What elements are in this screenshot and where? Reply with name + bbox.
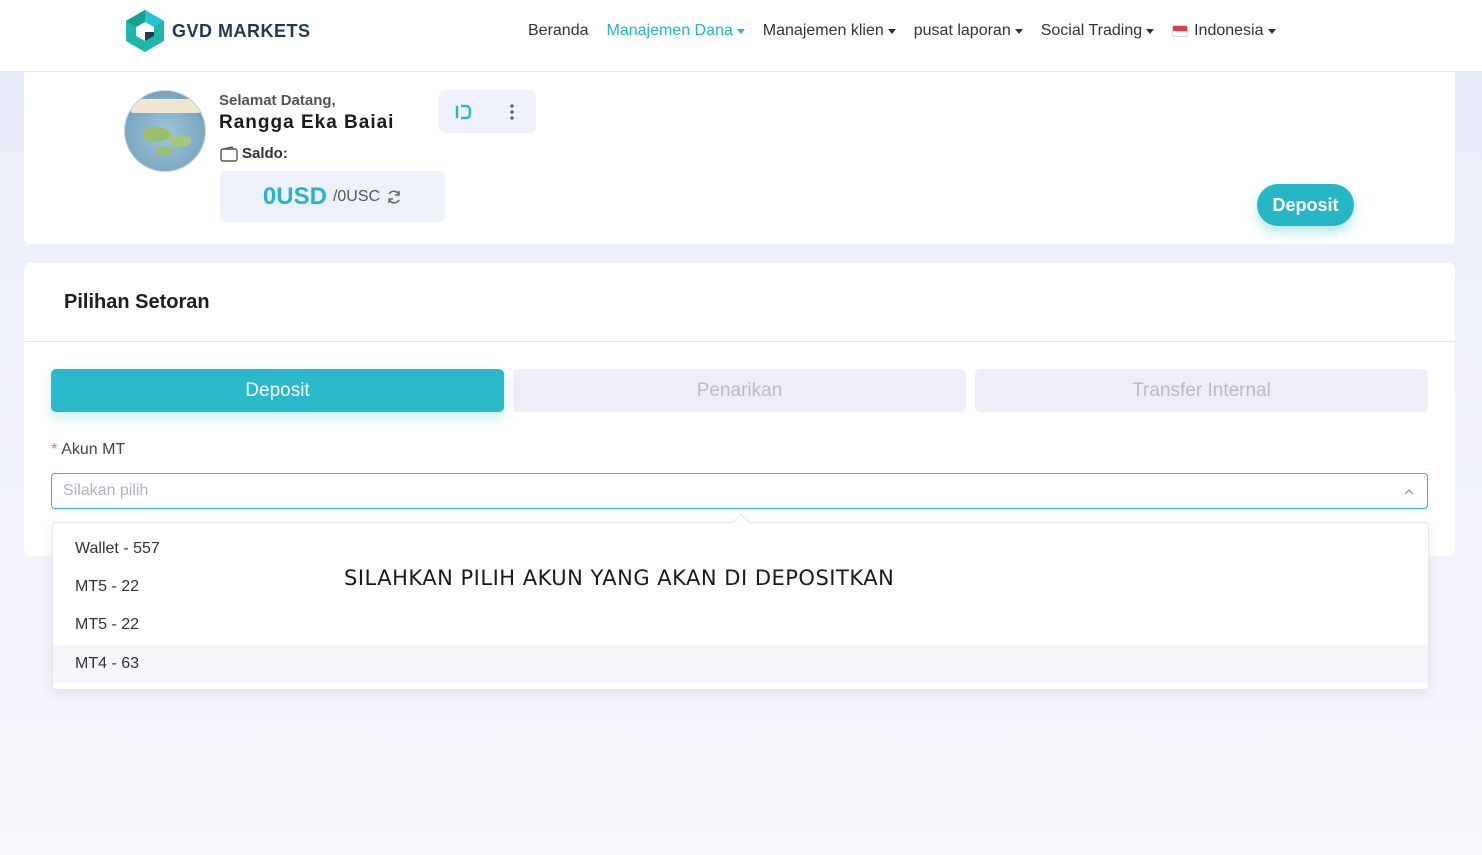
mt-account-label: * Akun MT — [51, 441, 125, 459]
wallet-icon — [220, 145, 238, 162]
mt-account-label-text: Akun MT — [61, 441, 126, 458]
nav-item-social-trading[interactable]: Social Trading — [1040, 22, 1155, 40]
tab-deposit[interactable]: Deposit — [51, 369, 504, 412]
nav-item-beranda[interactable]: Beranda — [528, 22, 589, 40]
divider — [24, 341, 1455, 342]
caret-down-icon — [887, 28, 896, 34]
refresh-icon[interactable] — [386, 189, 402, 205]
user-name: Rangga Eka Baiai — [219, 112, 395, 133]
page-title: Pilihan Setoran — [64, 291, 210, 313]
avatar[interactable] — [124, 90, 206, 172]
caret-down-icon — [736, 28, 745, 34]
required-marker: * — [51, 441, 58, 458]
caret-down-icon — [1014, 28, 1023, 34]
id-card-icon[interactable] — [454, 103, 472, 121]
balance-usd: 0USD — [262, 182, 327, 210]
welcome-text: Selamat Datang, — [219, 92, 336, 109]
nav-item-pusat-laporan[interactable]: pusat laporan — [914, 22, 1023, 40]
brand-logo[interactable]: GVD MARKETS — [124, 8, 311, 54]
tab-withdraw[interactable]: Penarikan — [513, 369, 966, 412]
dropdown-option[interactable]: MT4 - 63 — [53, 645, 1428, 683]
more-vertical-icon[interactable] — [503, 103, 521, 121]
nav-item-manajemen-klien[interactable]: Manajemen klien — [763, 22, 896, 40]
mt-account-select[interactable]: Silakan pilih — [51, 473, 1428, 509]
balance-usc: /0USC — [332, 187, 381, 205]
saldo-label-row: Saldo: — [220, 145, 288, 162]
dropdown-option[interactable]: Wallet - 557 — [53, 530, 1428, 568]
option-label: MT5 - 22 — [75, 616, 140, 633]
indonesia-flag-icon — [1172, 25, 1189, 37]
dropdown-option[interactable]: MT5 - 22 — [53, 606, 1428, 644]
caret-down-icon — [1267, 28, 1276, 34]
nav-item-label: Manajemen klien — [762, 22, 884, 39]
brand-name: GVD MARKETS — [172, 20, 311, 41]
option-label: Wallet - 557 — [75, 540, 160, 557]
saldo-label: Saldo: — [242, 145, 288, 162]
instruction-annotation: SILAHKAN PILIH AKUN YANG AKAN DI DEPOSIT… — [344, 566, 895, 590]
nav-item-label: pusat laporan — [913, 22, 1011, 39]
deposit-button[interactable]: Deposit — [1257, 184, 1354, 226]
option-label: MT5 - 22 — [75, 578, 140, 595]
select-placeholder: Silakan pilih — [63, 482, 149, 499]
language-label: Indonesia — [1194, 22, 1264, 39]
profile-actions — [439, 90, 536, 133]
top-navbar: GVD MARKETS Beranda Manajemen Dana Manaj… — [0, 0, 1482, 72]
gvd-logo-icon — [126, 10, 164, 52]
nav-item-manajemen-dana[interactable]: Manajemen Dana — [607, 22, 745, 40]
nav-item-label: Social Trading — [1040, 22, 1143, 39]
nav-item-label: Manajemen Dana — [606, 22, 733, 39]
balance-box: 0USD /0USC — [220, 171, 445, 222]
nav-item-label: Beranda — [528, 22, 589, 39]
main-nav: Beranda Manajemen Dana Manajemen klien p… — [528, 20, 1294, 42]
option-label: MT4 - 63 — [75, 655, 140, 672]
caret-down-icon — [1146, 28, 1155, 34]
profile-card: Selamat Datang, Rangga Eka Baiai Saldo: … — [24, 72, 1455, 244]
deposit-options-card: Pilihan Setoran Deposit Penarikan Transf… — [24, 263, 1455, 556]
language-selector[interactable]: Indonesia — [1172, 22, 1276, 40]
mt-account-dropdown: Wallet - 557 MT5 - 22 MT5 - 22 MT4 - 63 — [52, 513, 1429, 690]
chevron-up-icon — [1404, 489, 1414, 495]
tab-internal-transfer[interactable]: Transfer Internal — [975, 369, 1428, 412]
